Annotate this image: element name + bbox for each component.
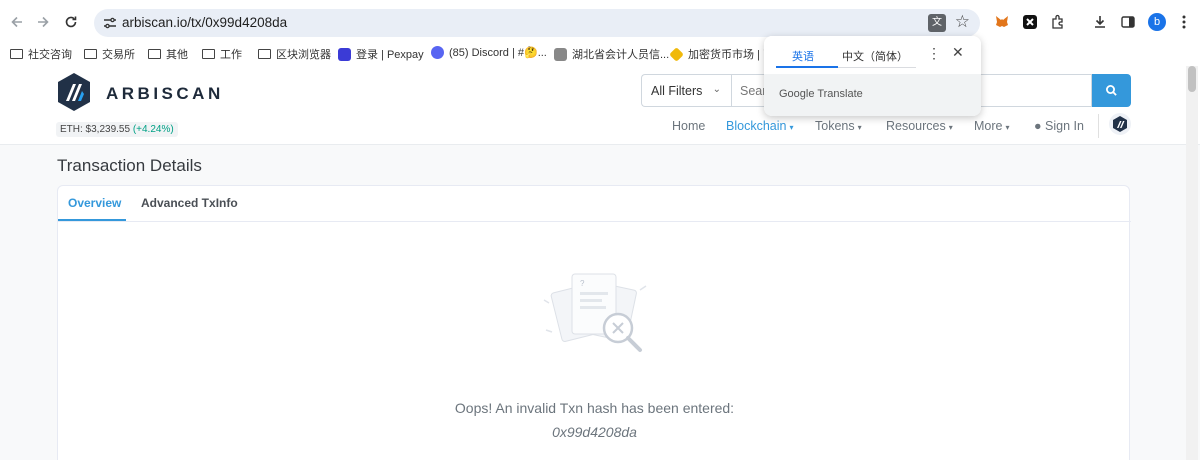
back-icon[interactable] [6, 11, 28, 33]
chevron-down-icon: ▾ [789, 123, 794, 132]
bookmarks-bar: 社交咨询 交易所 其他 工作 区块浏览器 登录 | Pexpay (85) Di… [0, 44, 1200, 64]
bookmark-folder[interactable]: 区块浏览器 [258, 46, 331, 62]
browser-toolbar: arbiscan.io/tx/0x99d4208da 文 ☆ b [0, 0, 1200, 44]
translate-popup: 英语 中文（简体） ⋮ ✕ Google Translate [764, 36, 981, 116]
chevron-down-icon: ▾ [857, 123, 862, 132]
nav-home[interactable]: Home [672, 119, 705, 133]
pexpay-icon [338, 47, 351, 61]
star-icon[interactable]: ☆ [955, 12, 970, 32]
nav-blockchain[interactable]: Blockchain ▾ [726, 119, 793, 133]
bookmark-link[interactable]: 湖北省会计人员信... [554, 46, 669, 62]
nav-more[interactable]: More ▾ [974, 119, 1010, 133]
folder-icon [84, 49, 97, 59]
more-options-icon[interactable]: ⋮ [927, 45, 941, 62]
translate-tab-divider [838, 67, 916, 68]
bookmark-link[interactable]: 登录 | Pexpay [338, 46, 424, 62]
translate-tabs: 英语 中文（简体） ⋮ ✕ [764, 36, 981, 72]
translate-footer: Google Translate [764, 74, 981, 116]
eth-change: (+4.24%) [132, 124, 174, 135]
image-icon [554, 47, 567, 61]
arbitrum-icon [1113, 116, 1127, 132]
no-results-illustration-icon: ? [543, 273, 647, 352]
translate-tab-target[interactable]: 中文（简体） [842, 48, 908, 64]
search-button[interactable] [1092, 74, 1131, 107]
search-icon [1105, 84, 1117, 96]
translate-tab-source[interactable]: 英语 [792, 48, 814, 64]
user-icon: ● [1034, 119, 1042, 133]
google-translate-brand: Google Translate [779, 88, 863, 100]
chevron-down-icon: ⌄ [712, 84, 721, 95]
tab-advanced-txinfo[interactable]: Advanced TxInfo [141, 196, 238, 210]
url-text[interactable]: arbiscan.io/tx/0x99d4208da [122, 15, 287, 30]
bookmark-folder[interactable]: 工作 [202, 46, 242, 62]
tab-divider [58, 221, 1131, 222]
binance-icon [669, 46, 684, 62]
close-icon[interactable]: ✕ [952, 44, 964, 61]
metamask-icon[interactable] [992, 12, 1012, 32]
profile-avatar[interactable]: b [1148, 13, 1166, 31]
folder-icon [202, 49, 215, 59]
logo-text[interactable]: ARBISCAN [106, 84, 224, 104]
extension-icon[interactable] [1020, 12, 1040, 32]
bookmark-folder[interactable]: 交易所 [84, 46, 135, 62]
filter-select[interactable]: All Filters ⌄ [641, 74, 731, 107]
translate-icon[interactable]: 文 [928, 14, 946, 32]
forward-icon[interactable] [32, 11, 54, 33]
folder-icon [148, 49, 161, 59]
tab-overview[interactable]: Overview [68, 196, 121, 210]
site-info-icon[interactable] [102, 15, 118, 31]
bookmark-link[interactable]: (85) Discord | #🤔... [431, 46, 547, 59]
nav-tokens[interactable]: Tokens ▾ [815, 119, 862, 133]
address-bar[interactable]: arbiscan.io/tx/0x99d4208da 文 ☆ [94, 9, 980, 37]
nav-resources[interactable]: Resources ▾ [886, 119, 953, 133]
puzzle-icon[interactable] [1048, 12, 1068, 32]
error-message: Oops! An invalid Txn hash has been enter… [454, 400, 735, 416]
folder-icon [258, 49, 271, 59]
nav-divider [1098, 114, 1099, 138]
reload-icon[interactable] [60, 11, 82, 33]
chevron-down-icon: ▾ [1005, 123, 1010, 132]
transaction-card: Overview Advanced TxInfo ? Oops! An inva… [57, 185, 1131, 460]
bookmark-folder[interactable]: 其他 [148, 46, 188, 62]
page-scrollbar[interactable] [1186, 66, 1198, 460]
svg-text:?: ? [580, 279, 585, 288]
bookmark-folder[interactable]: 社交咨询 [10, 46, 72, 62]
sidebar-icon[interactable] [1118, 12, 1138, 32]
chevron-down-icon: ▾ [948, 123, 953, 132]
arbiscan-logo-icon[interactable] [56, 72, 92, 112]
menu-icon[interactable] [1174, 12, 1194, 32]
folder-icon [10, 49, 23, 59]
eth-price: ETH: $3,239.55 (+4.24%) [56, 122, 178, 137]
scrollbar-thumb[interactable] [1188, 66, 1196, 92]
network-switch-button[interactable] [1109, 113, 1131, 135]
translate-tab-indicator [776, 66, 838, 68]
download-icon[interactable] [1090, 12, 1110, 32]
site-header: ARBISCAN ETH: $3,239.55 (+4.24%) All Fil… [0, 64, 1200, 145]
nav-signin[interactable]: ● Sign In [1034, 119, 1084, 133]
discord-icon [431, 46, 444, 59]
error-hash: 0x99d4208da [552, 424, 637, 440]
page-title: Transaction Details [57, 156, 202, 175]
